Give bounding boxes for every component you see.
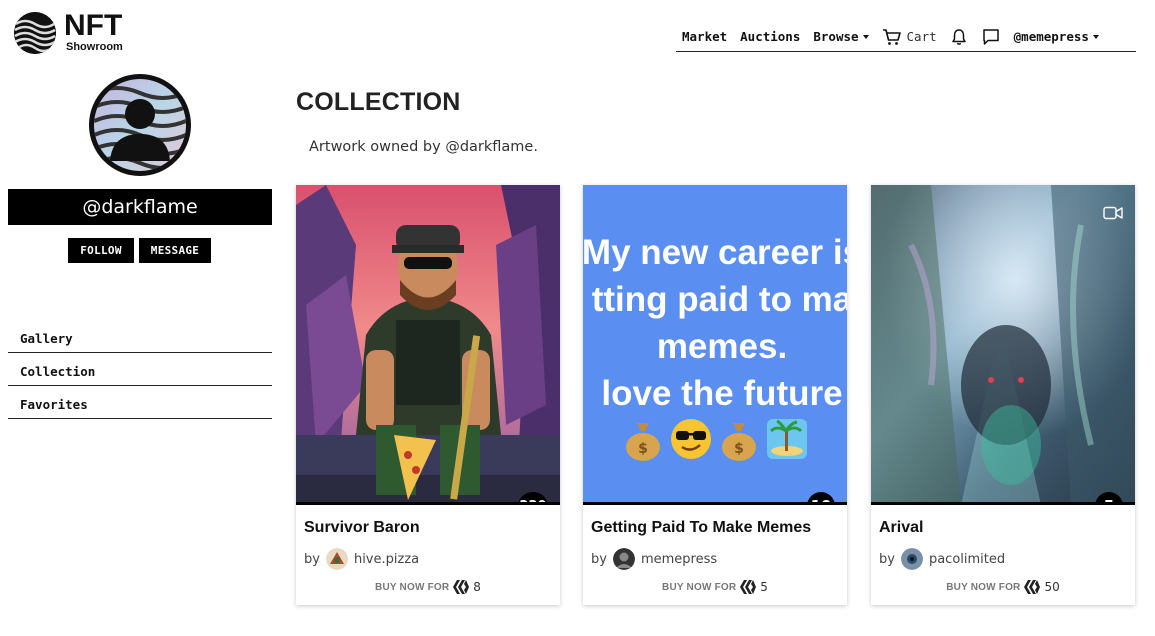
side-menu-gallery[interactable]: Gallery — [8, 320, 272, 353]
meme-line: tting paid to ma — [591, 280, 847, 319]
nav-browse-label: Browse — [813, 29, 859, 44]
buy-now-row[interactable]: BUY NOW FOR 8 — [296, 580, 560, 594]
buy-now-label: BUY NOW FOR — [375, 581, 450, 593]
svg-text:$: $ — [638, 441, 648, 457]
nft-artwork-image[interactable]: 5 — [871, 185, 1135, 505]
meme-line: memes. — [656, 327, 788, 366]
profile-side-menu: Gallery Collection Favorites — [8, 320, 272, 419]
nft-card-title[interactable]: Survivor Baron — [304, 519, 420, 537]
avatar — [89, 74, 191, 176]
nft-artwork-image[interactable]: My new career is tting paid to ma memes.… — [583, 185, 847, 505]
nft-card-title[interactable]: Arival — [879, 519, 923, 537]
brand-subtitle: Showroom — [66, 41, 123, 53]
meme-line: My new career is — [583, 233, 847, 272]
emoji-row: $ $ — [623, 417, 809, 461]
nft-card-author: by pacolimited — [879, 548, 1005, 570]
nft-card-title[interactable]: Getting Paid To Make Memes — [591, 519, 811, 537]
buy-now-row[interactable]: BUY NOW FOR 50 — [871, 580, 1135, 594]
meme-line: love the future — [601, 374, 843, 413]
bell-icon[interactable] — [950, 28, 968, 46]
buy-now-label: BUY NOW FOR — [946, 581, 1021, 593]
nft-card[interactable]: 5 Arival by pacolimited BUY NOW FOR 50 — [871, 185, 1135, 605]
author-avatar[interactable] — [900, 548, 923, 570]
money-bag-icon: $ — [722, 423, 756, 461]
author-name[interactable]: pacolimited — [929, 552, 1005, 567]
hive-icon — [1024, 580, 1041, 594]
buy-price: 50 — [1044, 580, 1060, 594]
nav-market[interactable]: Market — [682, 29, 727, 44]
author-avatar[interactable] — [325, 548, 348, 570]
author-name[interactable]: memepress — [641, 552, 717, 567]
by-label: by — [304, 551, 320, 567]
page-title: COLLECTION — [296, 88, 461, 116]
svg-text:$: $ — [734, 441, 744, 457]
nft-card[interactable]: 220 Survivor Baron by hive.pizza BUY NOW… — [296, 185, 560, 605]
author-avatar[interactable] — [612, 548, 635, 570]
buy-now-label: BUY NOW FOR — [662, 581, 737, 593]
nav-user-menu[interactable]: @memepress — [1014, 29, 1099, 44]
side-menu-collection[interactable]: Collection — [8, 353, 272, 386]
by-label: by — [591, 551, 607, 567]
profile-username: @darkflame — [8, 189, 272, 225]
hive-icon — [453, 580, 470, 594]
page-subtitle: Artwork owned by @darkflame. — [309, 139, 538, 155]
nft-card[interactable]: My new career is tting paid to ma memes.… — [583, 185, 847, 605]
author-name[interactable]: hive.pizza — [354, 552, 419, 567]
money-bag-icon: $ — [626, 423, 660, 461]
nav-cart[interactable]: Cart — [882, 28, 937, 46]
nft-artwork-image[interactable]: 220 — [296, 185, 560, 505]
top-nav: Market Auctions Browse Cart @memepress — [676, 22, 1136, 52]
sunglasses-emoji-icon — [671, 419, 711, 459]
user-avatar-icon — [94, 79, 186, 171]
chat-icon[interactable] — [982, 28, 1000, 46]
brand-name: NFT — [64, 9, 123, 42]
buy-now-row[interactable]: BUY NOW FOR 5 — [583, 580, 847, 594]
buy-price: 8 — [473, 580, 481, 594]
chevron-down-icon — [1092, 34, 1099, 39]
edition-count-badge: 10 — [807, 492, 835, 502]
cart-icon — [882, 28, 902, 46]
follow-button[interactable]: FOLLOW — [68, 238, 134, 263]
nav-browse[interactable]: Browse — [813, 29, 869, 44]
island-icon — [767, 419, 807, 459]
side-menu-favorites[interactable]: Favorites — [8, 386, 272, 419]
brand-logo[interactable]: NFT Showroom — [14, 9, 123, 54]
buy-price: 5 — [760, 580, 768, 594]
hive-icon — [740, 580, 757, 594]
nav-user-label: @memepress — [1013, 29, 1089, 44]
nav-auctions[interactable]: Auctions — [740, 29, 800, 44]
nft-card-author: by memepress — [591, 548, 717, 570]
logo-icon — [14, 12, 56, 54]
by-label: by — [879, 551, 895, 567]
nav-cart-label: Cart — [906, 29, 937, 44]
nft-card-author: by hive.pizza — [304, 548, 419, 570]
chevron-down-icon — [862, 34, 869, 39]
meme-text: My new career is tting paid to ma memes.… — [583, 229, 847, 417]
video-icon — [1103, 205, 1123, 224]
message-button[interactable]: MESSAGE — [139, 238, 211, 263]
